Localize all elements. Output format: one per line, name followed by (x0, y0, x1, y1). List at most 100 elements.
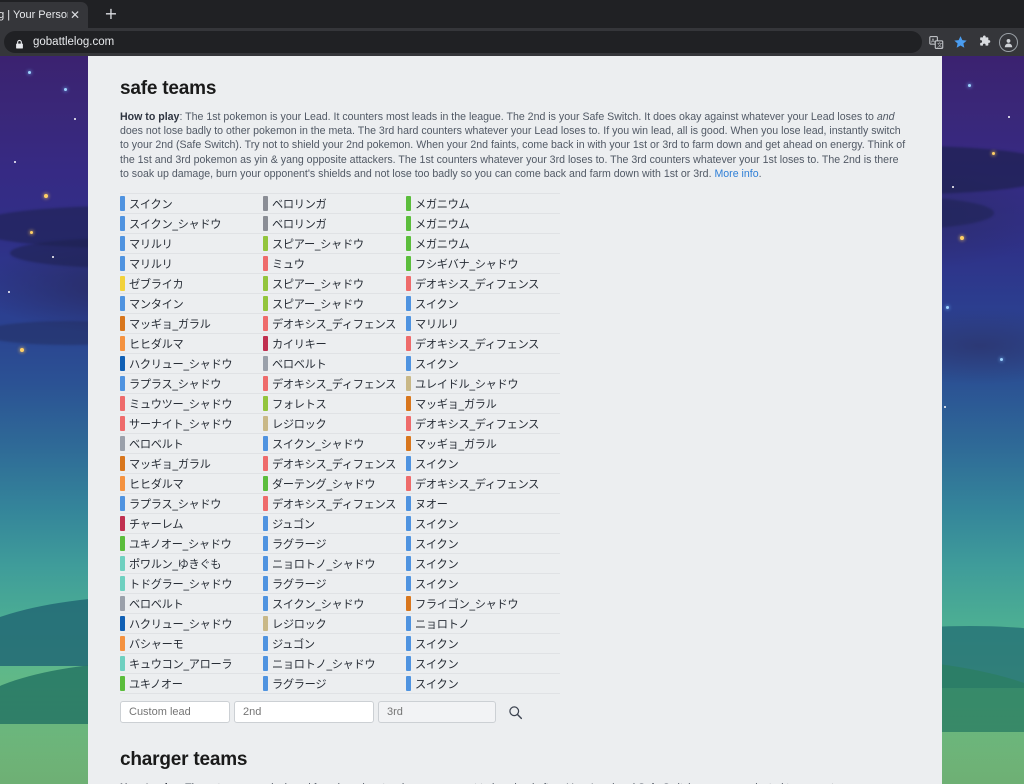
pokemon-entry[interactable]: ジュゴン (263, 634, 406, 653)
close-icon[interactable]: ✕ (68, 8, 82, 22)
pokemon-entry[interactable]: マッギョ_ガラル (120, 314, 263, 333)
pokemon-entry[interactable]: メガニウム (406, 194, 560, 213)
pokemon-entry[interactable]: ベロベルト (120, 594, 263, 613)
custom-lead-input[interactable] (120, 701, 230, 724)
pokemon-entry[interactable]: スピアー_シャドウ (263, 234, 406, 253)
pokemon-entry[interactable]: スイクン (406, 634, 560, 653)
pokemon-entry[interactable]: デオキシス_ディフェンス (263, 314, 406, 333)
pokemon-entry[interactable]: レジロック (263, 614, 406, 633)
pokemon-entry[interactable]: マッギョ_ガラル (120, 454, 263, 473)
pokemon-entry[interactable]: ニョロトノ (406, 614, 560, 633)
pokemon-entry[interactable]: ヒヒダルマ (120, 334, 263, 353)
browser-tab[interactable]: og | Your Personal Ba ✕ (0, 2, 88, 28)
team-slot-2: ミュウ (263, 253, 406, 275)
pokemon-entry[interactable]: バシャーモ (120, 634, 263, 653)
pokemon-entry[interactable]: ニョロトノ_シャドウ (263, 554, 406, 573)
pokemon-entry[interactable]: フシギバナ_シャドウ (406, 254, 560, 273)
pokemon-entry[interactable]: ベロリンガ (263, 214, 406, 233)
pokemon-entry[interactable]: マリルリ (120, 234, 263, 253)
pokemon-entry[interactable]: ベロベルト (263, 354, 406, 373)
pokemon-entry[interactable]: マッギョ_ガラル (406, 394, 560, 413)
pokemon-entry[interactable]: ラグラージ (263, 674, 406, 693)
pokemon-entry[interactable]: マリルリ (406, 314, 560, 333)
address-bar[interactable]: gobattlelog.com (4, 31, 922, 53)
pokemon-entry[interactable]: キュウコン_アローラ (120, 654, 263, 673)
pokemon-entry[interactable]: デオキシス_ディフェンス (263, 374, 406, 393)
pokemon-entry[interactable]: サーナイト_シャドウ (120, 414, 263, 433)
new-tab-button[interactable]: + (98, 2, 124, 28)
pokemon-entry[interactable]: スイクン_シャドウ (263, 434, 406, 453)
pokemon-entry[interactable]: スイクン (406, 294, 560, 313)
pokemon-entry[interactable]: スイクン_シャドウ (120, 214, 263, 233)
pokemon-entry[interactable]: ラグラージ (263, 574, 406, 593)
pokemon-entry[interactable]: ミュウツー_シャドウ (120, 394, 263, 413)
pokemon-entry[interactable]: カイリキー (263, 334, 406, 353)
pokemon-name: スイクン (415, 577, 459, 591)
pokemon-entry[interactable]: ユレイドル_シャドウ (406, 374, 560, 393)
pokemon-entry[interactable]: ユキノオー_シャドウ (120, 534, 263, 553)
third-mon-input[interactable] (378, 701, 496, 724)
pokemon-entry[interactable]: ハクリュー_シャドウ (120, 354, 263, 373)
pokemon-entry[interactable]: デオキシス_ディフェンス (406, 474, 560, 493)
pokemon-entry[interactable]: ユキノオー (120, 674, 263, 693)
pokemon-entry[interactable]: スイクン (406, 514, 560, 533)
pokemon-name: ユキノオー (129, 677, 183, 691)
pokemon-entry[interactable]: ミュウ (263, 254, 406, 273)
pokemon-entry[interactable]: デオキシス_ディフェンス (263, 454, 406, 473)
pokemon-entry[interactable]: スイクン (406, 654, 560, 673)
pokemon-entry[interactable]: ベロベルト (120, 434, 263, 453)
pokemon-entry[interactable]: スイクン (406, 354, 560, 373)
pokemon-entry[interactable]: ニョロトノ_シャドウ (263, 654, 406, 673)
pokemon-entry[interactable]: チャーレム (120, 514, 263, 533)
pokemon-entry[interactable]: ポワルン_ゆきぐも (120, 554, 263, 573)
bookmark-star-icon[interactable] (950, 32, 970, 52)
pokemon-entry[interactable]: スイクン (406, 674, 560, 693)
pokemon-entry[interactable]: デオキシス_ディフェンス (406, 334, 560, 353)
extensions-puzzle-icon[interactable] (974, 32, 994, 52)
pokemon-name: ベロベルト (129, 597, 184, 611)
pokemon-entry[interactable]: ダーテング_シャドウ (263, 474, 406, 493)
pokemon-entry[interactable]: マッギョ_ガラル (406, 434, 560, 453)
pokemon-entry[interactable]: デオキシス_ディフェンス (406, 274, 560, 293)
type-color-bar (406, 256, 411, 272)
pokemon-name: ヌオー (415, 497, 448, 511)
pokemon-entry[interactable]: マリルリ (120, 254, 263, 273)
pokemon-entry[interactable]: デオキシス_ディフェンス (263, 494, 406, 513)
team-slot-1: スイクン_シャドウ (120, 213, 263, 235)
pokemon-entry[interactable]: スイクン (406, 534, 560, 553)
second-mon-input[interactable] (234, 701, 374, 724)
table-row: ハクリュー_シャドウ レジロック ニョロトノ (120, 613, 560, 635)
pokemon-entry[interactable]: スピアー_シャドウ (263, 294, 406, 313)
pokemon-entry[interactable]: ジュゴン (263, 514, 406, 533)
pokemon-entry[interactable]: ヒヒダルマ (120, 474, 263, 493)
pokemon-entry[interactable]: メガニウム (406, 214, 560, 233)
pokemon-entry[interactable]: スイクン_シャドウ (263, 594, 406, 613)
pokemon-entry[interactable]: スイクン (406, 454, 560, 473)
pokemon-entry[interactable]: ラプラス_シャドウ (120, 374, 263, 393)
team-slot-2: ベロベルト (263, 353, 406, 375)
pokemon-entry[interactable]: ラグラージ (263, 534, 406, 553)
translate-icon[interactable]: A 文 (926, 32, 946, 52)
pokemon-entry[interactable]: ラプラス_シャドウ (120, 494, 263, 513)
pokemon-entry[interactable]: スイクン (406, 574, 560, 593)
pokemon-name: ベロベルト (129, 437, 184, 451)
pokemon-entry[interactable]: ゼブライカ (120, 274, 263, 293)
pokemon-entry[interactable]: スイクン (406, 554, 560, 573)
pokemon-entry[interactable]: スイクン (120, 194, 263, 213)
team-slot-3: ユレイドル_シャドウ (406, 373, 560, 395)
pokemon-entry[interactable]: レジロック (263, 414, 406, 433)
search-icon[interactable] (504, 701, 526, 723)
pokemon-entry[interactable]: ヌオー (406, 494, 560, 513)
pokemon-entry[interactable]: フライゴン_シャドウ (406, 594, 560, 613)
pokemon-entry[interactable]: スピアー_シャドウ (263, 274, 406, 293)
pokemon-entry[interactable]: メガニウム (406, 234, 560, 253)
pokemon-entry[interactable]: トドグラー_シャドウ (120, 574, 263, 593)
profile-avatar-icon[interactable] (998, 32, 1018, 52)
more-info-link[interactable]: More info (714, 168, 758, 180)
pokemon-entry[interactable]: フォレトス (263, 394, 406, 413)
pokemon-entry[interactable]: デオキシス_ディフェンス (406, 414, 560, 433)
pokemon-entry[interactable]: マンタイン (120, 294, 263, 313)
pokemon-entry[interactable]: ハクリュー_シャドウ (120, 614, 263, 633)
pokemon-entry[interactable]: ベロリンガ (263, 194, 406, 213)
pokemon-name: ニョロトノ_シャドウ (272, 657, 376, 671)
